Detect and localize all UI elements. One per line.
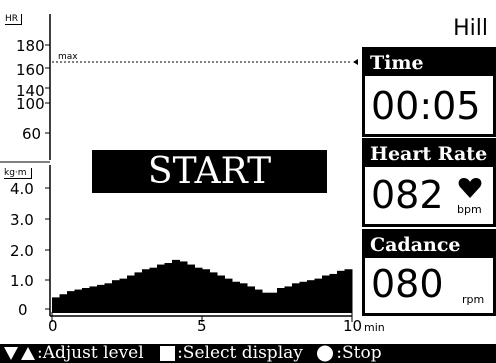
load-bar xyxy=(262,292,270,313)
cadence-value: 080 xyxy=(371,262,444,306)
time-panel: Time 00:05 xyxy=(362,47,496,137)
load-axis-unit: kg·m xyxy=(4,168,32,179)
load-bar xyxy=(142,269,150,313)
footer-bar: :Adjust level :Select display :Stop xyxy=(0,344,496,363)
load-bar xyxy=(239,283,248,313)
load-bar xyxy=(134,272,143,313)
heart-rate-label: Heart Rate xyxy=(365,141,493,167)
load-bar xyxy=(284,286,293,313)
bike-console-screen: HR Hill 180 160 140 100 60 kg·m 4.0 3.0 … xyxy=(0,0,496,363)
load-tick-label: 0 xyxy=(18,301,28,319)
time-label: Time xyxy=(365,50,493,76)
load-bar xyxy=(179,261,188,313)
load-bar xyxy=(97,284,105,313)
x-tick-label: 5 xyxy=(197,317,207,335)
load-bar xyxy=(329,273,338,313)
hr-tick-label: 100 xyxy=(16,95,45,113)
program-name: Hill xyxy=(453,16,488,41)
load-bar xyxy=(194,267,203,313)
load-bar xyxy=(82,288,90,313)
hr-axis-unit: HR xyxy=(5,14,23,25)
load-bar xyxy=(277,288,285,313)
select-display-hint: :Select display xyxy=(177,344,303,363)
load-bar xyxy=(217,275,225,313)
load-bar xyxy=(322,275,330,313)
load-bars xyxy=(52,259,353,313)
heart-rate-unit: bpm xyxy=(457,203,482,216)
load-bar xyxy=(337,270,345,313)
down-up-arrows-icon xyxy=(4,347,35,360)
cadence-panel: Cadance 080 rpm xyxy=(362,229,496,316)
load-bar xyxy=(202,269,210,313)
load-bar xyxy=(307,280,315,313)
x-axis-unit: min xyxy=(364,321,385,334)
load-tick-label: 1.0 xyxy=(10,272,34,290)
heart-icon xyxy=(458,178,482,198)
load-tick-label: 4.0 xyxy=(10,180,34,198)
load-bar xyxy=(119,278,128,313)
load-bar xyxy=(74,289,83,313)
load-bar xyxy=(112,280,120,313)
load-bar xyxy=(254,289,263,313)
hr-tick-label: 160 xyxy=(16,61,45,79)
load-bar xyxy=(164,263,173,313)
load-bar xyxy=(187,264,195,313)
stop-hint: :Stop xyxy=(336,344,382,363)
load-tick-label: 2.0 xyxy=(10,242,34,260)
load-bar xyxy=(104,283,113,313)
heart-rate-value: 082 xyxy=(371,173,444,217)
load-bar xyxy=(209,272,218,313)
heart-rate-panel: Heart Rate 082 bpm xyxy=(362,138,496,227)
load-bar xyxy=(314,278,323,313)
load-bar xyxy=(224,278,233,313)
round-button-icon xyxy=(317,345,334,362)
load-bar xyxy=(52,297,60,313)
x-tick-label: 0 xyxy=(48,317,58,335)
x-tick-label: 10 xyxy=(343,317,363,335)
load-bar xyxy=(247,286,255,313)
hr-tick-label: 180 xyxy=(16,37,45,55)
max-hr-marker xyxy=(353,59,358,65)
load-tick-label: 3.0 xyxy=(10,211,34,229)
square-button-icon xyxy=(160,346,176,361)
cadence-label: Cadance xyxy=(365,232,493,258)
load-bar xyxy=(292,283,300,313)
load-bar xyxy=(299,281,308,313)
hr-tick-label: 60 xyxy=(22,125,42,143)
load-bar xyxy=(127,275,135,313)
load-bar xyxy=(172,259,180,313)
load-bar xyxy=(157,264,165,313)
max-hr-label: max xyxy=(58,52,78,62)
time-value: 00:05 xyxy=(371,84,481,128)
cadence-unit: rpm xyxy=(462,293,485,306)
load-bar xyxy=(149,267,158,313)
load-bar xyxy=(59,294,68,313)
start-banner: START xyxy=(92,150,327,193)
load-bar xyxy=(89,286,98,313)
load-bar xyxy=(344,269,353,313)
load-bar xyxy=(269,292,278,313)
adjust-level-hint: :Adjust level xyxy=(37,344,144,363)
load-bar xyxy=(67,291,75,313)
load-bar xyxy=(232,281,240,313)
